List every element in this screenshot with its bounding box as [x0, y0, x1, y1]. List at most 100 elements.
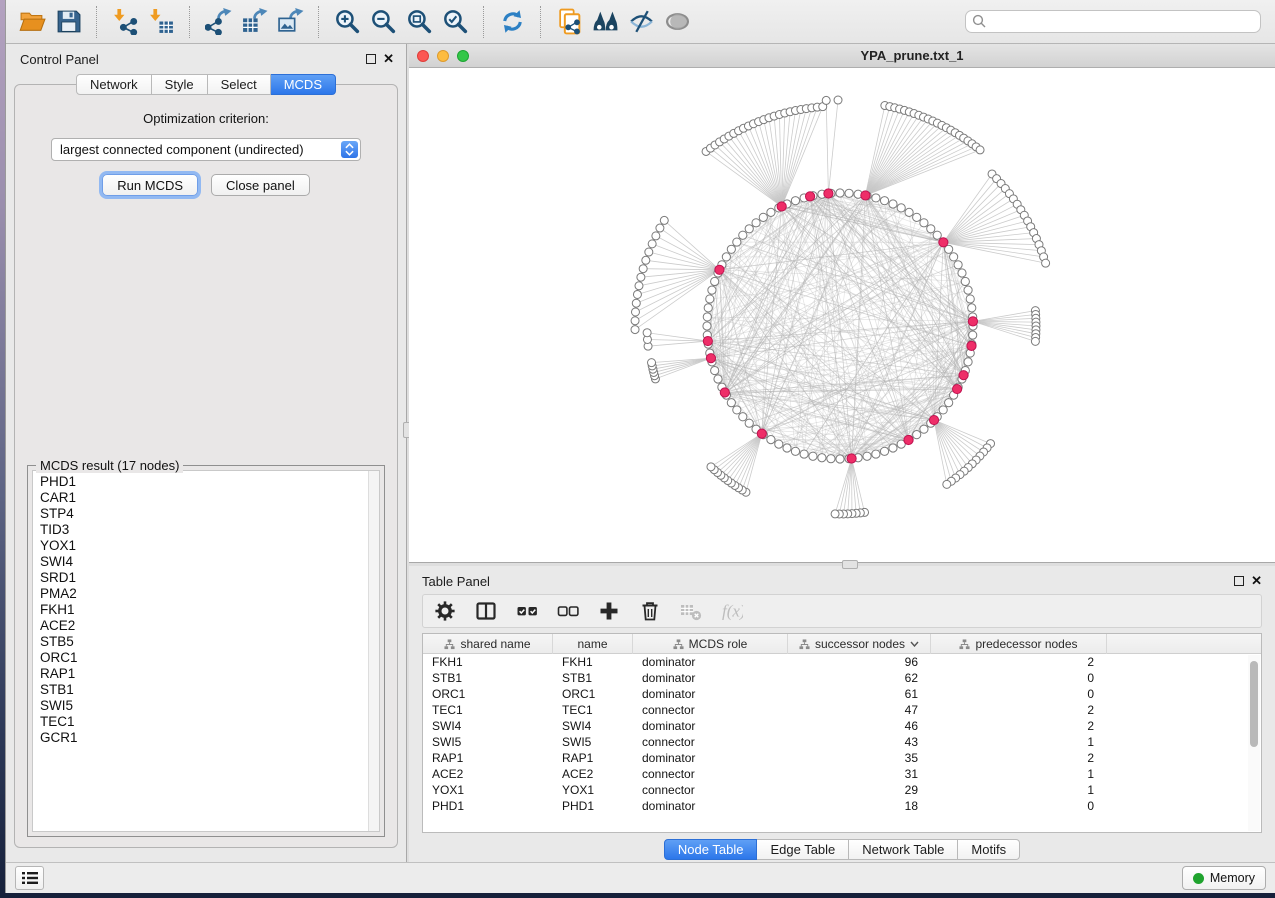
graph-node[interactable] [633, 290, 641, 298]
horizontal-splitter[interactable] [409, 562, 1275, 566]
graph-node[interactable] [711, 277, 719, 285]
mcds-result-item[interactable]: PHD1 [40, 474, 368, 490]
graph-node[interactable] [727, 399, 735, 407]
column-header-predecessor-nodes[interactable]: predecessor nodes [931, 634, 1107, 654]
graph-node[interactable] [809, 452, 817, 460]
mcds-result-item[interactable]: YOX1 [40, 538, 368, 554]
graph-node[interactable] [800, 450, 808, 458]
task-history-button[interactable] [15, 866, 44, 890]
graph-node[interactable] [897, 204, 905, 212]
graph-node[interactable] [767, 208, 775, 216]
graph-node[interactable] [632, 299, 640, 307]
graph-node[interactable] [707, 463, 715, 471]
network-graph[interactable] [409, 68, 1275, 562]
mcds-result-item[interactable]: PMA2 [40, 586, 368, 602]
graph-node[interactable] [927, 225, 935, 233]
mcds-result-item[interactable]: SWI4 [40, 554, 368, 570]
graph-node[interactable] [836, 455, 844, 463]
graph-node[interactable] [775, 440, 783, 448]
graph-node[interactable] [648, 359, 656, 367]
mcds-result-item[interactable]: STB5 [40, 634, 368, 650]
window-minimize-button[interactable] [437, 50, 449, 62]
mcds-result-item[interactable]: STB1 [40, 682, 368, 698]
graph-node[interactable] [939, 406, 947, 414]
graph-hub-node[interactable] [959, 371, 968, 380]
graph-node[interactable] [642, 256, 650, 264]
graph-node[interactable] [645, 248, 653, 256]
graph-hub-node[interactable] [861, 191, 870, 200]
mcds-result-item[interactable]: ORC1 [40, 650, 368, 666]
float-panel-icon[interactable] [1234, 576, 1244, 586]
graph-node[interactable] [961, 277, 969, 285]
graph-node[interactable] [643, 329, 651, 337]
close-panel-icon[interactable]: ✕ [1251, 576, 1262, 586]
table-row[interactable]: TEC1TEC1connector472 [423, 702, 1261, 718]
mcds-result-item[interactable]: FKH1 [40, 602, 368, 618]
table-row[interactable]: FKH1FKH1dominator962 [423, 654, 1261, 670]
mcds-result-item[interactable]: TID3 [40, 522, 368, 538]
graph-node[interactable] [920, 219, 928, 227]
table-row[interactable]: SWI5SWI5connector431 [423, 734, 1261, 750]
graph-node[interactable] [933, 231, 941, 239]
table-row[interactable]: SWI4SWI4dominator462 [423, 718, 1261, 734]
graph-hub-node[interactable] [967, 341, 976, 350]
table-row[interactable]: PHD1PHD1dominator180 [423, 798, 1261, 814]
table-row[interactable]: YOX1YOX1connector291 [423, 782, 1261, 798]
graph-node[interactable] [954, 261, 962, 269]
tab-style[interactable]: Style [152, 74, 208, 95]
graph-node[interactable] [1042, 259, 1050, 267]
graph-node[interactable] [1031, 337, 1039, 345]
graph-node[interactable] [818, 454, 826, 462]
graph-hub-node[interactable] [706, 354, 715, 363]
tab-network-table[interactable]: Network Table [849, 839, 958, 860]
graph-node[interactable] [836, 189, 844, 197]
graph-node[interactable] [767, 436, 775, 444]
graph-node[interactable] [905, 208, 913, 216]
mcds-result-item[interactable]: SRD1 [40, 570, 368, 586]
graph-hub-node[interactable] [715, 265, 724, 274]
graph-node[interactable] [872, 194, 880, 202]
graph-node[interactable] [831, 510, 839, 518]
export-image-button[interactable] [272, 4, 308, 40]
graph-node[interactable] [889, 200, 897, 208]
export-network-button[interactable] [200, 4, 236, 40]
graph-node[interactable] [660, 216, 668, 224]
graph-node[interactable] [752, 219, 760, 227]
graph-node[interactable] [733, 406, 741, 414]
graph-node[interactable] [783, 444, 791, 452]
import-table-button[interactable] [143, 4, 179, 40]
graph-node[interactable] [950, 253, 958, 261]
splitter-grip[interactable] [842, 560, 858, 569]
column-header-name[interactable]: name [553, 634, 633, 654]
graph-node[interactable] [714, 375, 722, 383]
graph-node[interactable] [648, 240, 656, 248]
window-close-button[interactable] [417, 50, 429, 62]
graph-node[interactable] [889, 444, 897, 452]
table-row[interactable]: ACE2ACE2connector311 [423, 766, 1261, 782]
scrollbar-thumb[interactable] [1250, 661, 1258, 747]
graph-node[interactable] [964, 358, 972, 366]
graph-node[interactable] [759, 213, 767, 221]
network-view-canvas[interactable] [409, 68, 1275, 562]
graph-node[interactable] [711, 366, 719, 374]
graph-node[interactable] [652, 232, 660, 240]
graph-node[interactable] [631, 308, 639, 316]
search-network-button[interactable] [587, 4, 623, 40]
close-panel-button[interactable]: Close panel [211, 174, 310, 196]
select-all-button[interactable] [515, 599, 539, 623]
zoom-out-button[interactable] [365, 4, 401, 40]
graph-node[interactable] [913, 431, 921, 439]
tab-edge-table[interactable]: Edge Table [757, 839, 849, 860]
graph-node[interactable] [872, 450, 880, 458]
tab-motifs[interactable]: Motifs [958, 839, 1020, 860]
import-network-button[interactable] [107, 4, 143, 40]
graph-node[interactable] [945, 399, 953, 407]
deselect-all-button[interactable] [556, 599, 580, 623]
graph-node[interactable] [631, 317, 639, 325]
add-column-button[interactable] [597, 599, 621, 623]
graph-node[interactable] [822, 96, 830, 104]
graph-hub-node[interactable] [703, 336, 712, 345]
graph-node[interactable] [964, 286, 972, 294]
mcds-result-item[interactable]: TEC1 [40, 714, 368, 730]
graph-node[interactable] [968, 304, 976, 312]
